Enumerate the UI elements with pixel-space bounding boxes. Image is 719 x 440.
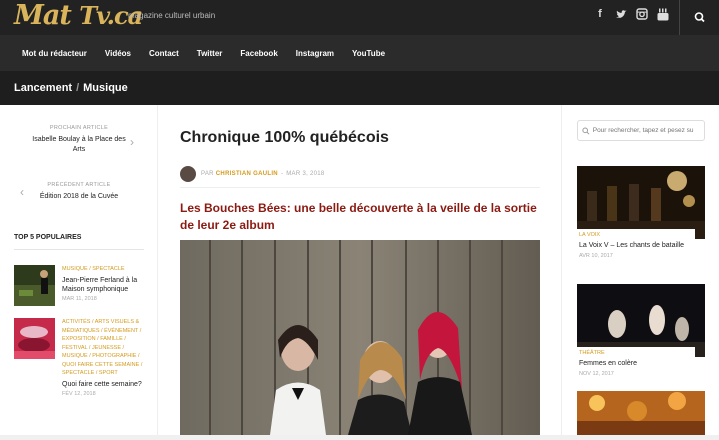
youtube-icon[interactable] (657, 8, 669, 21)
top5-heading: TOP 5 POPULAIRES (14, 234, 144, 250)
nav-item-youtube[interactable]: YouTube (352, 49, 385, 58)
breadcrumb-lancement[interactable]: Lancement (14, 82, 72, 94)
site-tagline: magazine culturel urbain (128, 11, 216, 20)
search-icon (582, 127, 590, 135)
breadcrumb-musique[interactable]: Musique (83, 82, 128, 94)
sidebar-card[interactable]: THÉÂTRE Femmes en colère NOV 12, 2017 (577, 284, 705, 377)
twitter-icon[interactable] (615, 8, 627, 21)
next-article-title[interactable]: Isabelle Boulay à la Place des Arts (14, 135, 144, 155)
card-date: AVR 10, 2017 (579, 252, 613, 259)
article-image (180, 240, 540, 435)
main-nav: Mot du rédacteur Vidéos Contact Twitter … (0, 35, 719, 71)
header-search-button[interactable] (679, 0, 719, 35)
site-logo[interactable]: Mat Tv.ca (14, 0, 143, 31)
chevron-right-icon[interactable]: › (130, 135, 134, 149)
left-sidebar: PROCHAIN ARTICLE Isabelle Boulay à la Pl… (0, 105, 158, 435)
card-image[interactable] (577, 391, 705, 435)
right-sidebar: LA VOIX La Voix V – Les chants de batail… (561, 105, 719, 435)
search-input[interactable] (592, 127, 704, 134)
next-article[interactable]: PROCHAIN ARTICLE Isabelle Boulay à la Pl… (14, 125, 144, 155)
previous-article[interactable]: PRÉCÉDENT ARTICLE Édition 2018 de la Cuv… (14, 182, 144, 202)
byline-prefix: PAR (201, 170, 214, 177)
card-category[interactable]: LA VOIX (579, 232, 695, 238)
nav-item-contact[interactable]: Contact (149, 49, 179, 58)
search-icon (694, 12, 705, 23)
sidebar-search[interactable] (577, 120, 705, 141)
date-separator: - (280, 170, 284, 177)
page-title: Chronique 100% québécois (180, 129, 389, 146)
breadcrumb: Lancement / Musique (0, 71, 719, 105)
card-title[interactable]: La Voix V – Les chants de bataille (579, 241, 695, 251)
social-links: f (594, 8, 669, 21)
article-meta: PAR CHRISTIAN GAULIN - MAR 3, 2018 (180, 160, 540, 188)
nav-item-twitter[interactable]: Twitter (197, 49, 223, 58)
article-date: MAR 3, 2018 (286, 170, 325, 177)
avatar[interactable] (180, 165, 196, 182)
next-article-label: PROCHAIN ARTICLE (49, 125, 109, 131)
popular-date: MAR 11, 2018 (62, 296, 97, 303)
breadcrumb-separator: / (76, 82, 80, 94)
author-link[interactable]: CHRISTIAN GAULIN (216, 171, 278, 177)
article-headline: Les Bouches Bées: une belle découverte à… (180, 201, 537, 233)
nav-item-videos[interactable]: Vidéos (105, 49, 131, 58)
sidebar-card[interactable] (577, 391, 705, 435)
card-date: NOV 12, 2017 (579, 370, 614, 377)
top-bar: Mat Tv.ca magazine culturel urbain f (0, 0, 719, 35)
popular-thumbnail[interactable] (14, 265, 55, 306)
popular-title[interactable]: Quoi faire cette semaine? (62, 380, 144, 389)
previous-article-title[interactable]: Édition 2018 de la Cuvée (14, 192, 144, 202)
popular-title[interactable]: Jean-Pierre Ferland à la Maison symphoni… (62, 276, 144, 295)
page-content: PROCHAIN ARTICLE Isabelle Boulay à la Pl… (0, 105, 719, 435)
popular-date: FÉV 12, 2018 (62, 391, 96, 398)
nav-item-instagram[interactable]: Instagram (296, 49, 334, 58)
facebook-icon[interactable]: f (594, 8, 606, 21)
popular-thumbnail[interactable] (14, 318, 55, 359)
nav-item-mot-du-redacteur[interactable]: Mot du rédacteur (22, 49, 87, 58)
list-item[interactable]: MUSIQUE / SPECTACLE Jean-Pierre Ferland … (14, 265, 144, 313)
sidebar-card[interactable]: LA VOIX La Voix V – Les chants de batail… (577, 166, 705, 259)
card-category[interactable]: THÉÂTRE (579, 350, 695, 356)
chevron-left-icon[interactable]: ‹ (20, 185, 24, 199)
nav-item-facebook[interactable]: Facebook (240, 49, 277, 58)
previous-article-label: PRÉCÉDENT ARTICLE (47, 182, 111, 188)
list-item[interactable]: ACTIVITÉS / ARTS VISUELS & MÉDIATIQUES /… (14, 318, 144, 435)
instagram-icon[interactable] (636, 8, 648, 21)
card-title[interactable]: Femmes en colère (579, 359, 695, 369)
popular-categories[interactable]: MUSIQUE / SPECTACLE (62, 265, 144, 274)
popular-categories[interactable]: ACTIVITÉS / ARTS VISUELS & MÉDIATIQUES /… (62, 318, 144, 378)
